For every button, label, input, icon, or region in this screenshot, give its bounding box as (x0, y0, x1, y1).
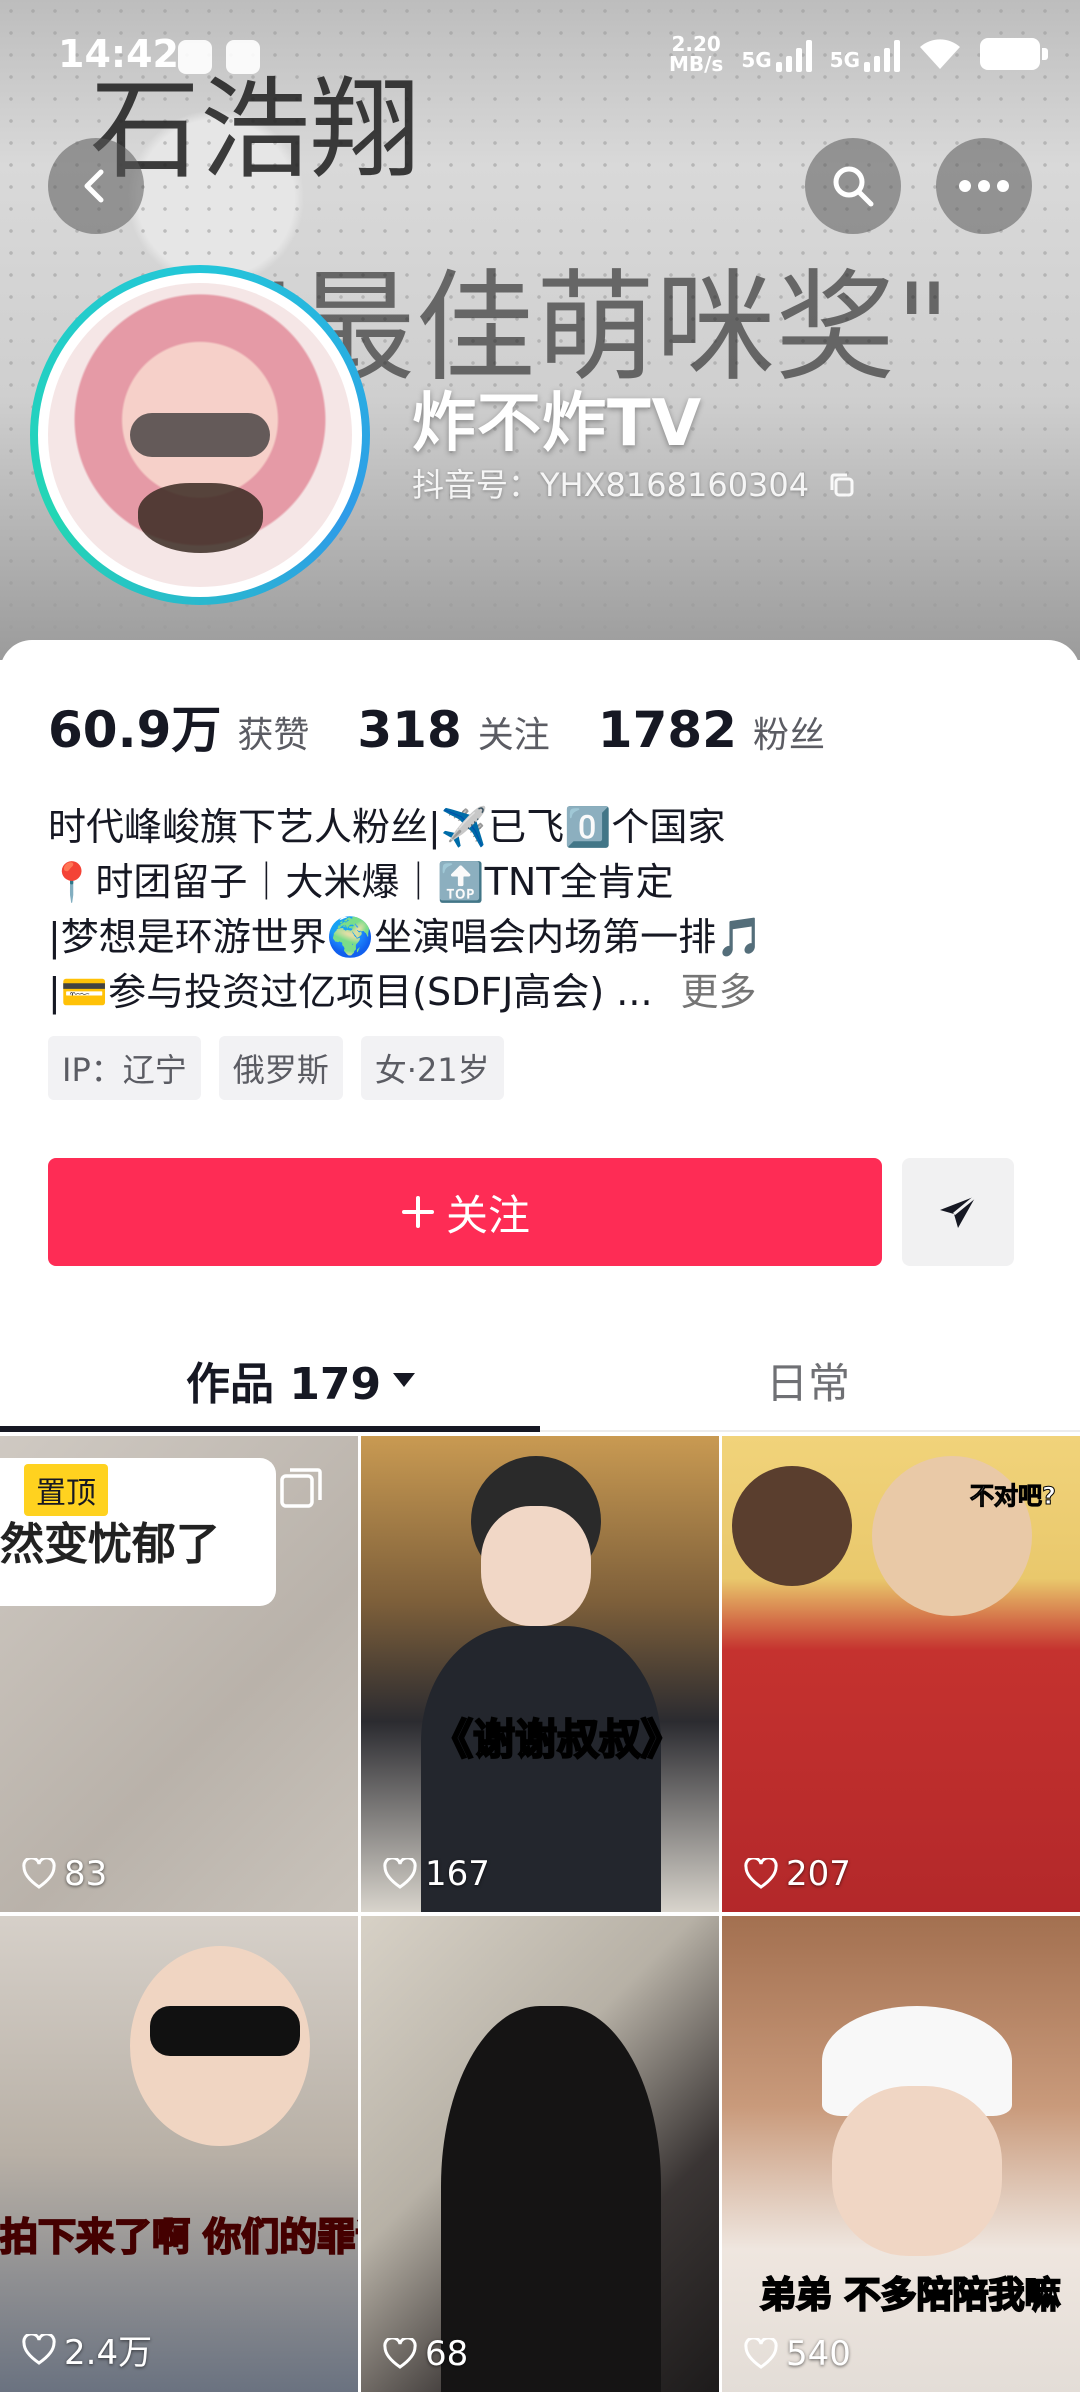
stat-followers[interactable]: 1782 粉丝 (598, 701, 825, 759)
video-likes: 83 (22, 1854, 107, 1894)
video-tile[interactable]: 弟弟 不多陪陪我嘛 540 (722, 1916, 1080, 2392)
avatar-beard (138, 483, 263, 553)
net-speed: 2.20 MB/s (669, 34, 723, 74)
video-tile[interactable]: 68 (361, 1916, 719, 2392)
search-button[interactable] (805, 138, 901, 234)
bio-line-text: |💳参与投资过亿项目(SDFJ高会) ... (48, 970, 653, 1014)
stat-likes-value: 60.9万 (48, 701, 222, 759)
video-tile[interactable]: 《谢谢叔叔》 167 (361, 1436, 719, 1912)
video-likes: 207 (744, 1854, 851, 1894)
video-likes: 68 (383, 2334, 468, 2374)
video-likes: 540 (744, 2334, 851, 2374)
douyin-id-text: 抖音号：YHX8168160304 (412, 466, 810, 504)
status-bar: 14:42 2.20 MB/s 5G 5G (0, 0, 1080, 110)
status-indicators: 2.20 MB/s 5G 5G (669, 34, 1048, 74)
send-icon (940, 1194, 977, 1228)
chevron-left-icon (84, 169, 104, 203)
tag-country: 俄罗斯 (218, 1036, 343, 1100)
caret-down-icon (393, 1373, 416, 1387)
status-app-icons (178, 40, 260, 74)
stat-following[interactable]: 318 关注 (357, 701, 549, 759)
video-tile[interactable]: 然变忧郁了 置顶 83 (0, 1436, 358, 1912)
avatar-image-frame (38, 273, 362, 597)
video-overlay-text: 不对吧? (970, 1482, 1057, 1511)
signal-1-icon: 5G (741, 36, 812, 72)
back-button[interactable] (48, 138, 144, 234)
video-overlay-text: 拍下来了啊 你们的罪证 (0, 2214, 358, 2260)
bio-more-link[interactable]: 更多 (681, 970, 757, 1014)
tab-works-label: 作品 179 (186, 1359, 382, 1410)
pinned-badge: 置顶 (24, 1464, 108, 1516)
profile-nickname: 炸不炸TV (412, 387, 703, 461)
video-likes-count: 83 (64, 1854, 108, 1894)
video-likes-count: 167 (425, 1854, 490, 1894)
bio-line: 时代峰峻旗下艺人粉丝|✈️已飞0️⃣个国家 (48, 805, 726, 849)
stat-likes[interactable]: 60.9万 获赞 (48, 690, 309, 762)
profile-bio[interactable]: 时代峰峻旗下艺人粉丝|✈️已飞0️⃣个国家 📍时团留子｜大米爆｜🔝TNT全肯定 … (48, 800, 1048, 1020)
video-tile[interactable]: 拍下来了啊 你们的罪证 2.4万 (0, 1916, 358, 2392)
avatar-sunglasses (130, 413, 270, 457)
video-likes-count: 2.4万 (64, 2333, 153, 2373)
video-overlay-text: 《谢谢叔叔》 (430, 1714, 684, 1765)
video-subject-face (832, 2086, 1002, 2256)
signal-2-icon: 5G (830, 36, 900, 72)
video-tile[interactable]: 不对吧? 207 (722, 1436, 1080, 1912)
wifi-icon (920, 39, 960, 69)
heart-icon (383, 1858, 417, 1889)
heart-icon (22, 2333, 56, 2365)
net-speed-value: 2.20 (671, 32, 721, 56)
tab-daily[interactable]: 日常 (766, 1350, 850, 1411)
stat-following-value: 318 (357, 701, 462, 759)
net-speed-unit: MB/s (668, 52, 724, 76)
heart-icon (744, 2338, 778, 2369)
notification-icon (226, 40, 260, 74)
follow-button[interactable]: 关注 (48, 1158, 882, 1266)
video-likes-count: 540 (786, 2334, 851, 2374)
notification-icon (178, 40, 212, 74)
sim2-label: 5G (829, 48, 860, 72)
status-time: 14:42 (58, 32, 179, 76)
video-subject-face (481, 1506, 591, 1626)
video-likes-count: 68 (425, 2334, 469, 2374)
tab-active-indicator (0, 1426, 540, 1432)
video-subject-sunglasses (150, 2006, 300, 2056)
profile-tags: IP：辽宁 俄罗斯 女·21岁 (48, 1036, 504, 1100)
multi-image-icon (280, 1468, 322, 1508)
video-overlay-text: 弟弟 不多陪陪我嘛 (759, 2274, 1062, 2317)
tag-ip-location: IP：辽宁 (48, 1036, 201, 1100)
heart-icon (744, 1858, 778, 1889)
bio-line: |梦想是环游世界🌍坐演唱会内场第一排🎵 (48, 915, 764, 959)
profile-stats: 60.9万 获赞 318 关注 1782 粉丝 (48, 690, 825, 762)
send-message-button[interactable] (902, 1158, 1014, 1266)
video-likes: 167 (383, 1854, 490, 1894)
video-likes-count: 207 (786, 1854, 851, 1894)
plus-icon (401, 1196, 434, 1228)
stat-following-label: 关注 (477, 715, 550, 756)
video-overlay-text: 然变忧郁了 (0, 1519, 220, 1570)
stat-likes-label: 获赞 (237, 715, 310, 756)
bio-line: |💳参与投资过亿项目(SDFJ高会) ... 更多 (48, 965, 1048, 1020)
douyin-id[interactable]: 抖音号：YHX8168160304 (412, 460, 857, 506)
copy-icon[interactable] (827, 470, 857, 500)
stat-followers-value: 1782 (597, 701, 737, 759)
video-likes: 2.4万 (22, 2325, 152, 2374)
more-icon (959, 180, 1009, 192)
follow-button-label: 关注 (445, 1190, 530, 1240)
video-subject-hair (441, 2006, 661, 2392)
heart-icon (22, 1858, 56, 1889)
search-icon (833, 166, 874, 207)
battery-icon (980, 38, 1048, 70)
sim1-label: 5G (741, 48, 772, 72)
tag-gender-age: 女·21岁 (360, 1036, 504, 1100)
heart-icon (383, 2338, 417, 2369)
bio-line: 📍时团留子｜大米爆｜🔝TNT全肯定 (48, 860, 674, 904)
tab-works[interactable]: 作品 179 (186, 1348, 417, 1412)
avatar[interactable] (30, 265, 370, 605)
more-button[interactable] (936, 138, 1032, 234)
video-subject-hair (732, 1466, 852, 1586)
stat-followers-label: 粉丝 (752, 715, 825, 756)
